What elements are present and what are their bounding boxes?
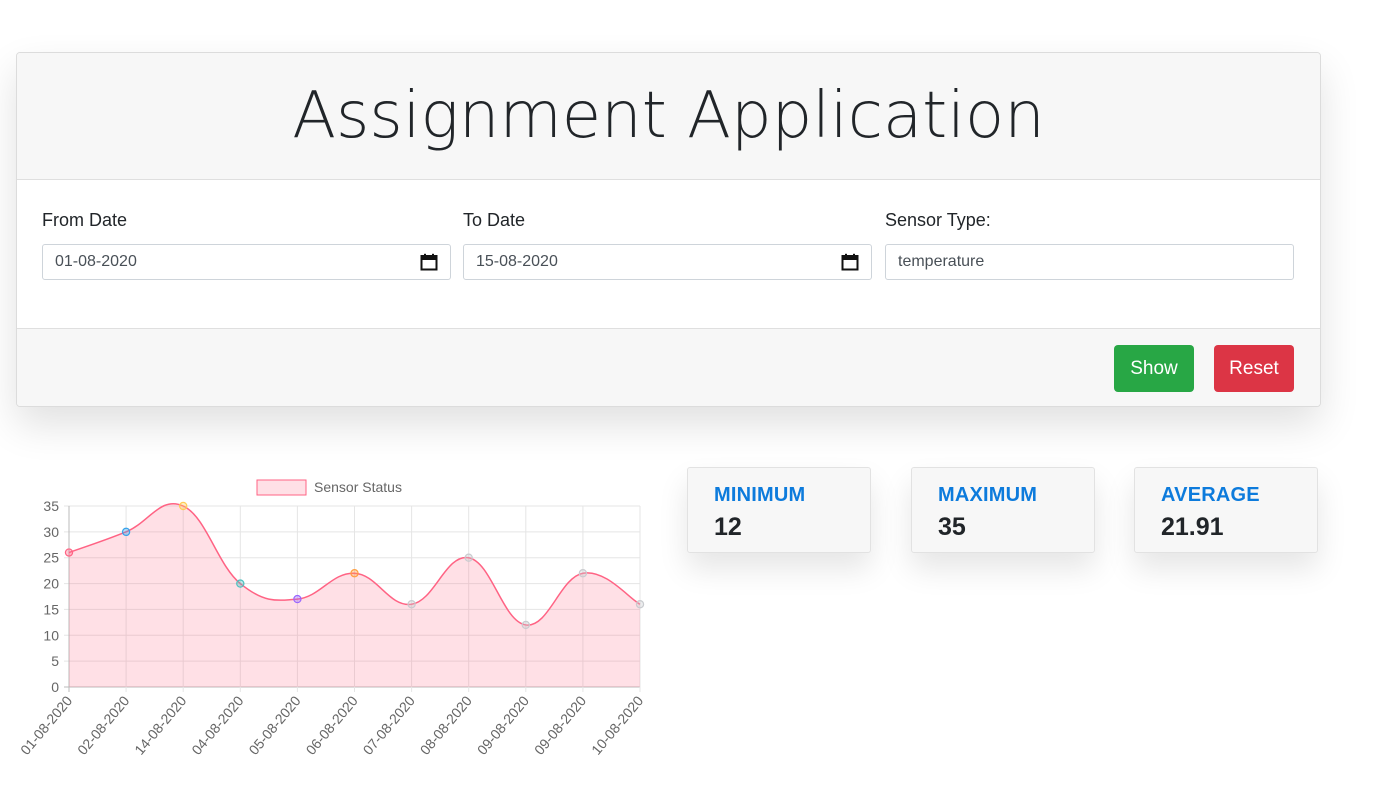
x-tick-label: 06-08-2020 (303, 692, 361, 757)
data-point (64, 548, 74, 557)
sensor-type-value: temperature (898, 253, 985, 270)
x-tick-label: 08-08-2020 (417, 692, 475, 757)
filter-form: From Date 01-08-2020 To Date 15-08-2020 (17, 180, 1320, 328)
x-tick-label: 02-08-2020 (74, 692, 132, 757)
y-tick-label: 30 (43, 524, 59, 540)
calendar-icon[interactable] (420, 253, 438, 271)
y-tick-label: 20 (43, 576, 59, 592)
to-date-value: 15-08-2020 (476, 253, 558, 270)
maximum-card: MAXIMUM 35 (911, 467, 1095, 553)
sensor-type-field: Sensor Type: temperature (885, 210, 1294, 280)
y-tick-label: 15 (43, 601, 59, 617)
to-date-label: To Date (463, 210, 526, 230)
to-date-field: To Date 15-08-2020 (463, 210, 872, 280)
data-point (293, 594, 302, 604)
sensor-chart: 0 5 10 15 20 25 30 35 01-08-202002-08-202014-08-… (17, 479, 646, 758)
data-point (121, 527, 131, 537)
x-tick-label: 07-08-2020 (360, 692, 418, 757)
card-footer: Show Reset (17, 328, 1320, 406)
y-tick-label: 0 (51, 679, 59, 695)
page-title: Assignment Application (292, 79, 1045, 153)
y-tick-label: 5 (51, 653, 59, 669)
average-label: AVERAGE (1161, 484, 1260, 506)
maximum-label: MAXIMUM (938, 484, 1038, 506)
filter-card: Assignment Application From Date 01-08-2… (16, 52, 1321, 407)
data-point (236, 579, 245, 588)
x-tick-label: 09-08-2020 (474, 692, 532, 757)
sensor-type-label: Sensor Type: (885, 210, 991, 230)
maximum-value: 35 (938, 513, 966, 541)
data-point (635, 600, 645, 609)
reset-button[interactable]: Reset (1214, 345, 1294, 392)
x-tick-label: 10-08-2020 (588, 692, 646, 757)
show-button[interactable]: Show (1114, 345, 1194, 392)
average-value: 21.91 (1161, 513, 1224, 541)
from-date-label: From Date (42, 210, 128, 230)
data-point (407, 600, 416, 609)
from-date-input[interactable]: 01-08-2020 (42, 244, 451, 280)
average-card: AVERAGE 21.91 (1134, 467, 1318, 553)
minimum-card: MINIMUM 12 (687, 467, 871, 553)
from-date-value: 01-08-2020 (55, 253, 137, 270)
data-point (350, 569, 359, 578)
data-point (521, 620, 531, 630)
y-tick-label: 10 (43, 627, 59, 643)
sensor-type-input[interactable]: temperature (885, 244, 1294, 280)
data-point (178, 501, 188, 511)
x-tick-label: 14-08-2020 (131, 692, 189, 757)
to-date-input[interactable]: 15-08-2020 (463, 244, 872, 280)
x-tick-label: 05-08-2020 (245, 692, 303, 757)
data-point (464, 553, 473, 562)
data-point (578, 569, 588, 578)
legend-swatch (256, 479, 307, 496)
calendar-icon[interactable] (841, 253, 859, 271)
card-header: Assignment Application (17, 53, 1320, 180)
minimum-value: 12 (714, 513, 742, 541)
x-tick-label: 01-08-2020 (17, 692, 75, 757)
y-tick-label: 35 (43, 498, 59, 514)
x-tick-label: 04-08-2020 (188, 692, 246, 757)
legend-label: Sensor Status (314, 479, 402, 495)
minimum-label: MINIMUM (714, 484, 806, 506)
x-tick-label: 09-08-2020 (531, 692, 589, 757)
from-date-field: From Date 01-08-2020 (42, 210, 451, 280)
y-tick-label: 25 (43, 550, 59, 566)
